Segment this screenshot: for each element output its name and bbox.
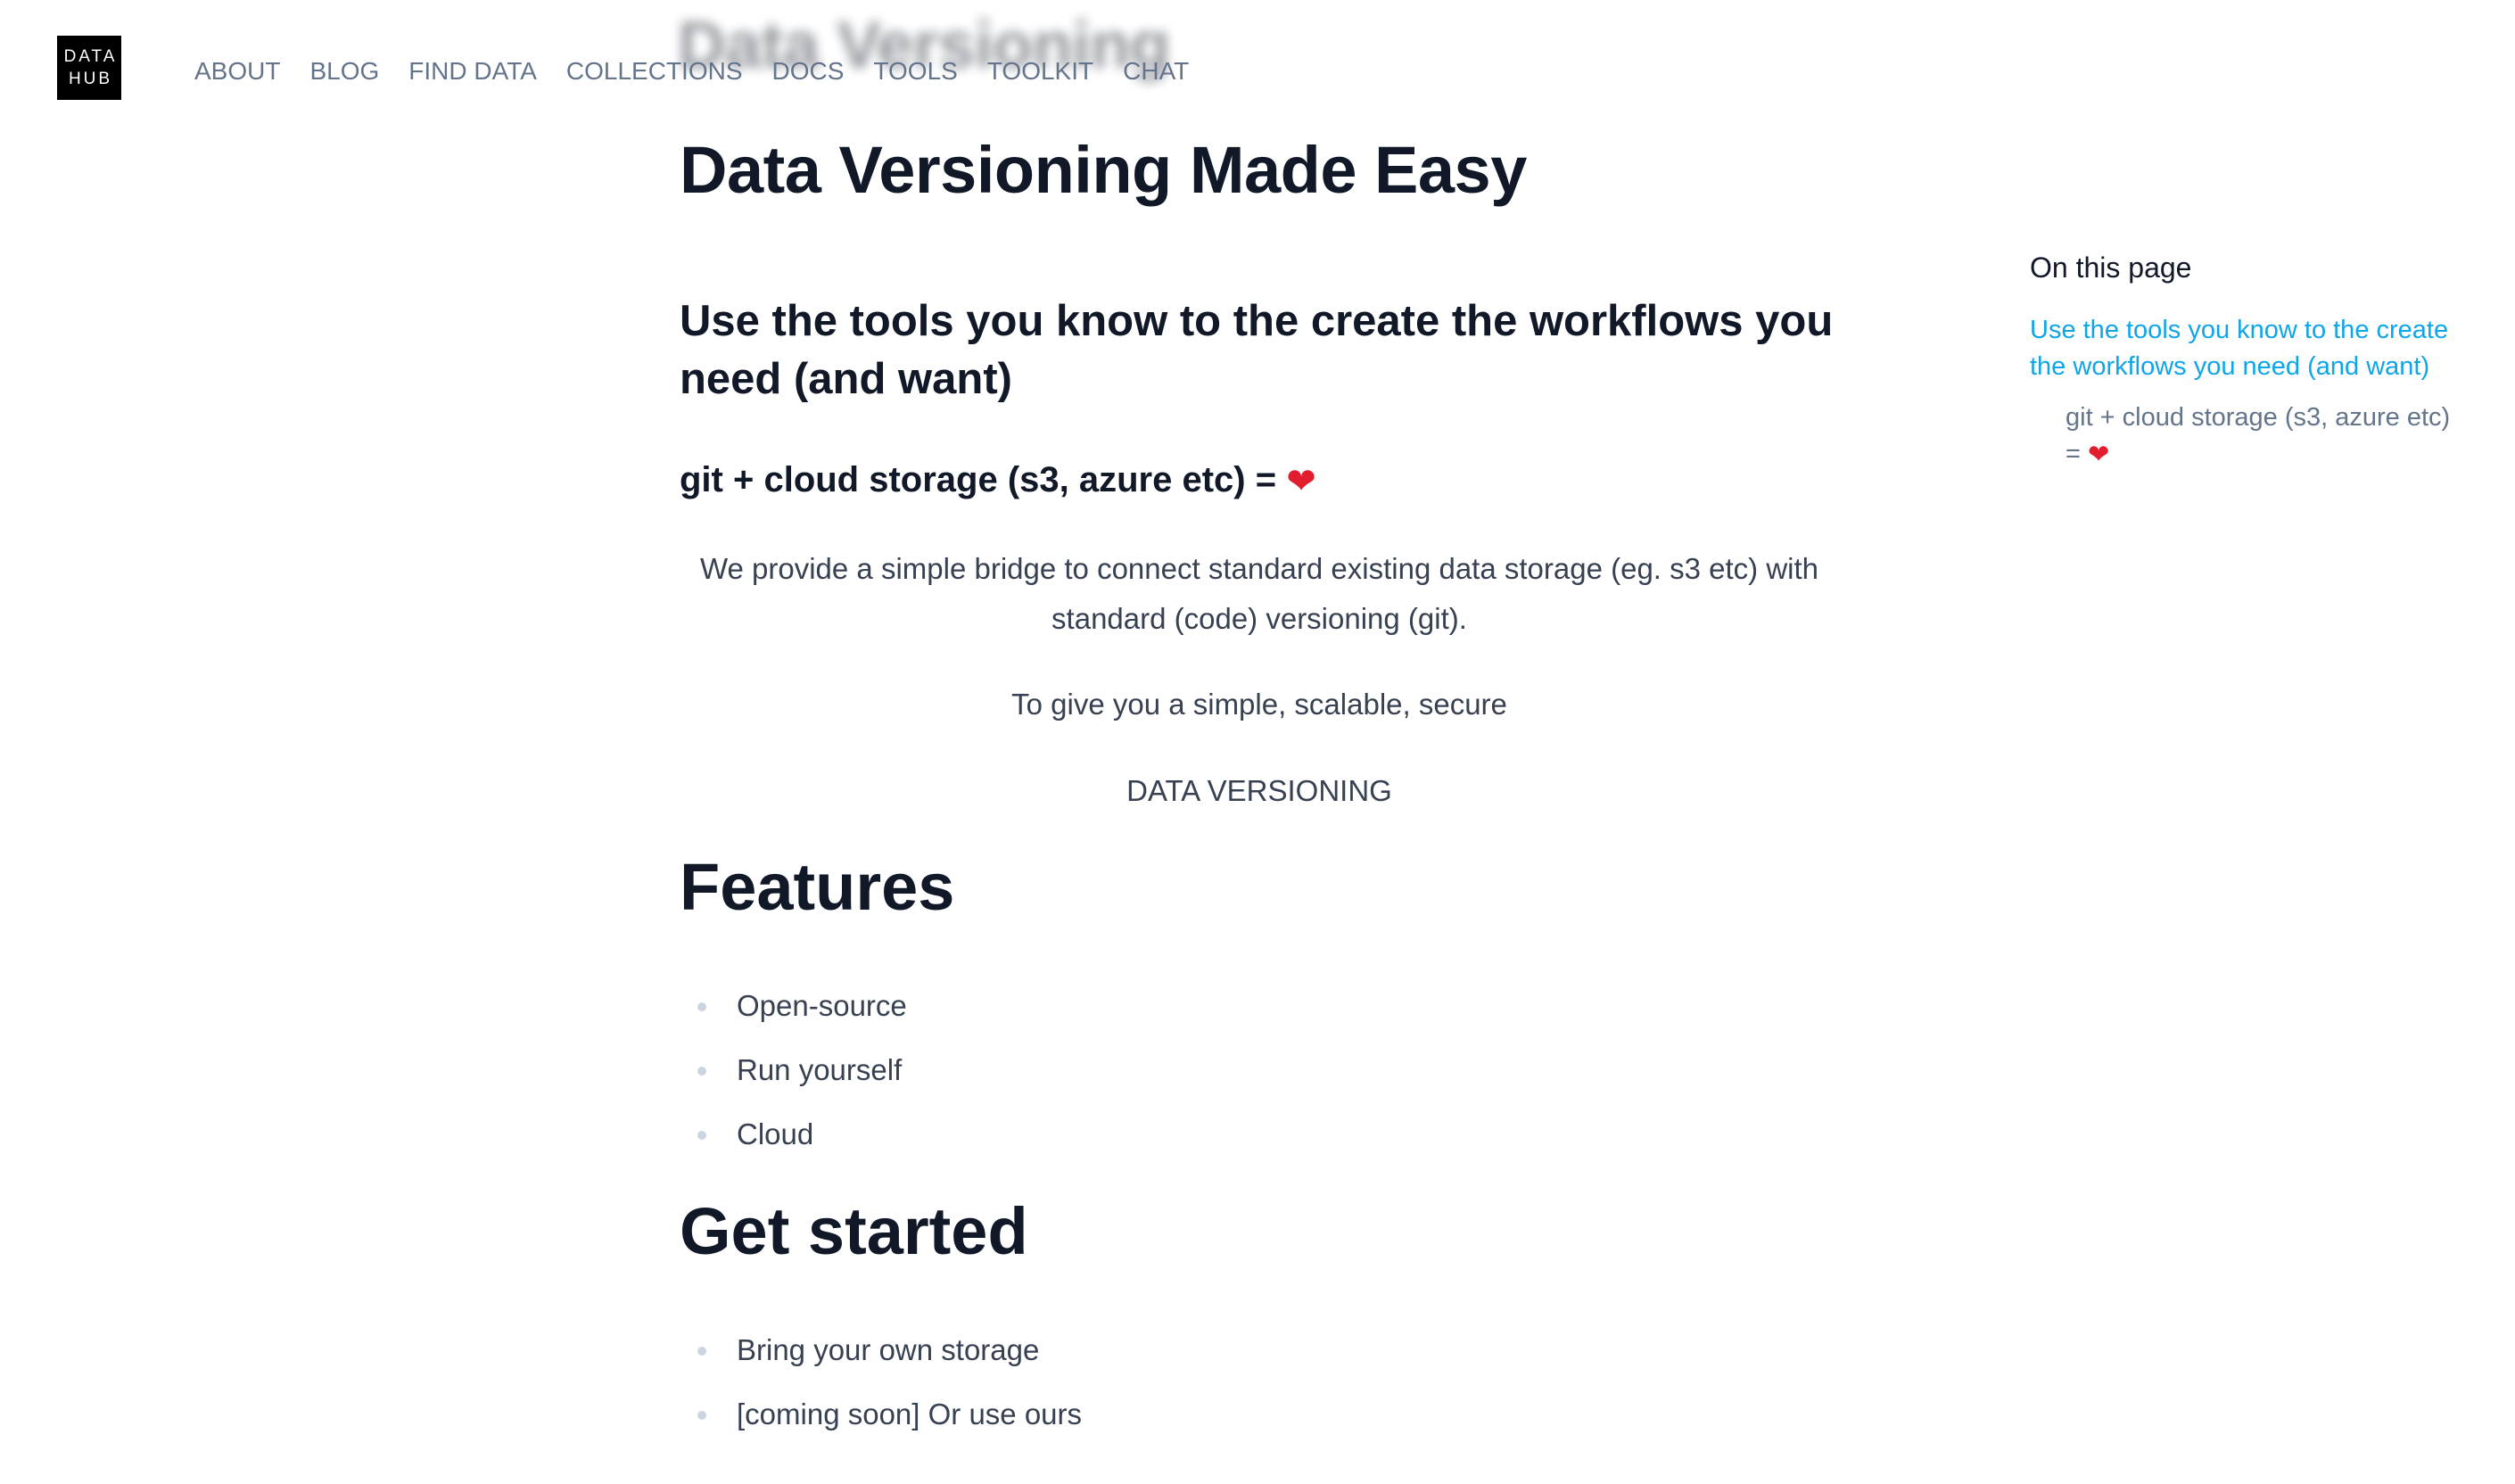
intro-paragraph: We provide a simple bridge to connect st… <box>699 552 1819 635</box>
on-this-page-toc: On this page Use the tools you know to t… <box>2030 246 2458 473</box>
git-cloud-text: git + cloud storage (s3, azure etc) = <box>680 460 1277 499</box>
list-item: Run yourself <box>680 1038 907 1102</box>
list-item-text: Bring your own storage <box>737 1333 1040 1366</box>
list-item: Bring your own storage <box>680 1318 1082 1382</box>
get-started-heading: Get started <box>680 1194 1028 1268</box>
main-nav: ABOUT BLOG FIND DATA COLLECTIONS DOCS TO… <box>194 55 1218 87</box>
features-list: Open-source Run yourself Cloud <box>680 974 907 1167</box>
bullet-dot-icon <box>697 1347 706 1356</box>
nav-docs[interactable]: DOCS <box>772 55 845 87</box>
bullet-dot-icon <box>697 1411 706 1420</box>
get-started-list: Bring your own storage [coming soon] Or … <box>680 1318 1082 1447</box>
logo-line-hub: HUB <box>68 70 113 88</box>
nav-blog[interactable]: BLOG <box>309 55 379 87</box>
bullet-dot-icon <box>697 1067 706 1076</box>
list-item-text: Cloud <box>737 1117 814 1150</box>
features-heading: Features <box>680 850 955 924</box>
page-title: Data Versioning Made Easy <box>680 133 1527 207</box>
section-heading-tools: Use the tools you know to the create the… <box>680 297 1834 403</box>
bullet-dot-icon <box>697 1131 706 1140</box>
logo-line-data: DATA <box>63 47 118 66</box>
nav-chat[interactable]: CHAT <box>1123 55 1189 87</box>
nav-toolkit[interactable]: TOOLKIT <box>987 55 1093 87</box>
section-heading-git-cloud: git + cloud storage (s3, azure etc) = ❤ <box>680 455 1316 505</box>
nav-collections[interactable]: COLLECTIONS <box>566 55 743 87</box>
list-item-text: Run yourself <box>737 1053 903 1086</box>
bullet-dot-icon <box>697 1002 706 1011</box>
list-item-text: Open-source <box>737 989 907 1022</box>
list-item-text: [coming soon] Or use ours <box>737 1397 1083 1430</box>
nav-about[interactable]: ABOUT <box>194 55 280 87</box>
list-item: [coming soon] Or use ours <box>680 1382 1082 1447</box>
data-versioning-label: DATA VERSIONING <box>1126 774 1392 807</box>
list-item: Cloud <box>680 1102 907 1167</box>
heart-icon: ❤ <box>1286 461 1316 502</box>
list-item: Open-source <box>680 974 907 1038</box>
heart-icon: ❤ <box>2088 439 2110 469</box>
toc-title: On this page <box>2030 251 2192 284</box>
toc-link-tools[interactable]: Use the tools you know to the create the… <box>2030 312 2458 385</box>
nav-tools[interactable]: TOOLS <box>873 55 957 87</box>
datahub-logo[interactable]: DATA HUB <box>57 36 121 100</box>
tagline-paragraph: To give you a simple, scalable, secure <box>1011 688 1507 721</box>
site-header: DATA HUB ABOUT BLOG FIND DATA COLLECTION… <box>0 0 2515 143</box>
toc-link-git-cloud-text: git + cloud storage (s3, azure etc) = <box>2066 403 2451 468</box>
nav-find-data[interactable]: FIND DATA <box>408 55 537 87</box>
toc-link-git-cloud[interactable]: git + cloud storage (s3, azure etc) = ❤ <box>2066 400 2458 473</box>
